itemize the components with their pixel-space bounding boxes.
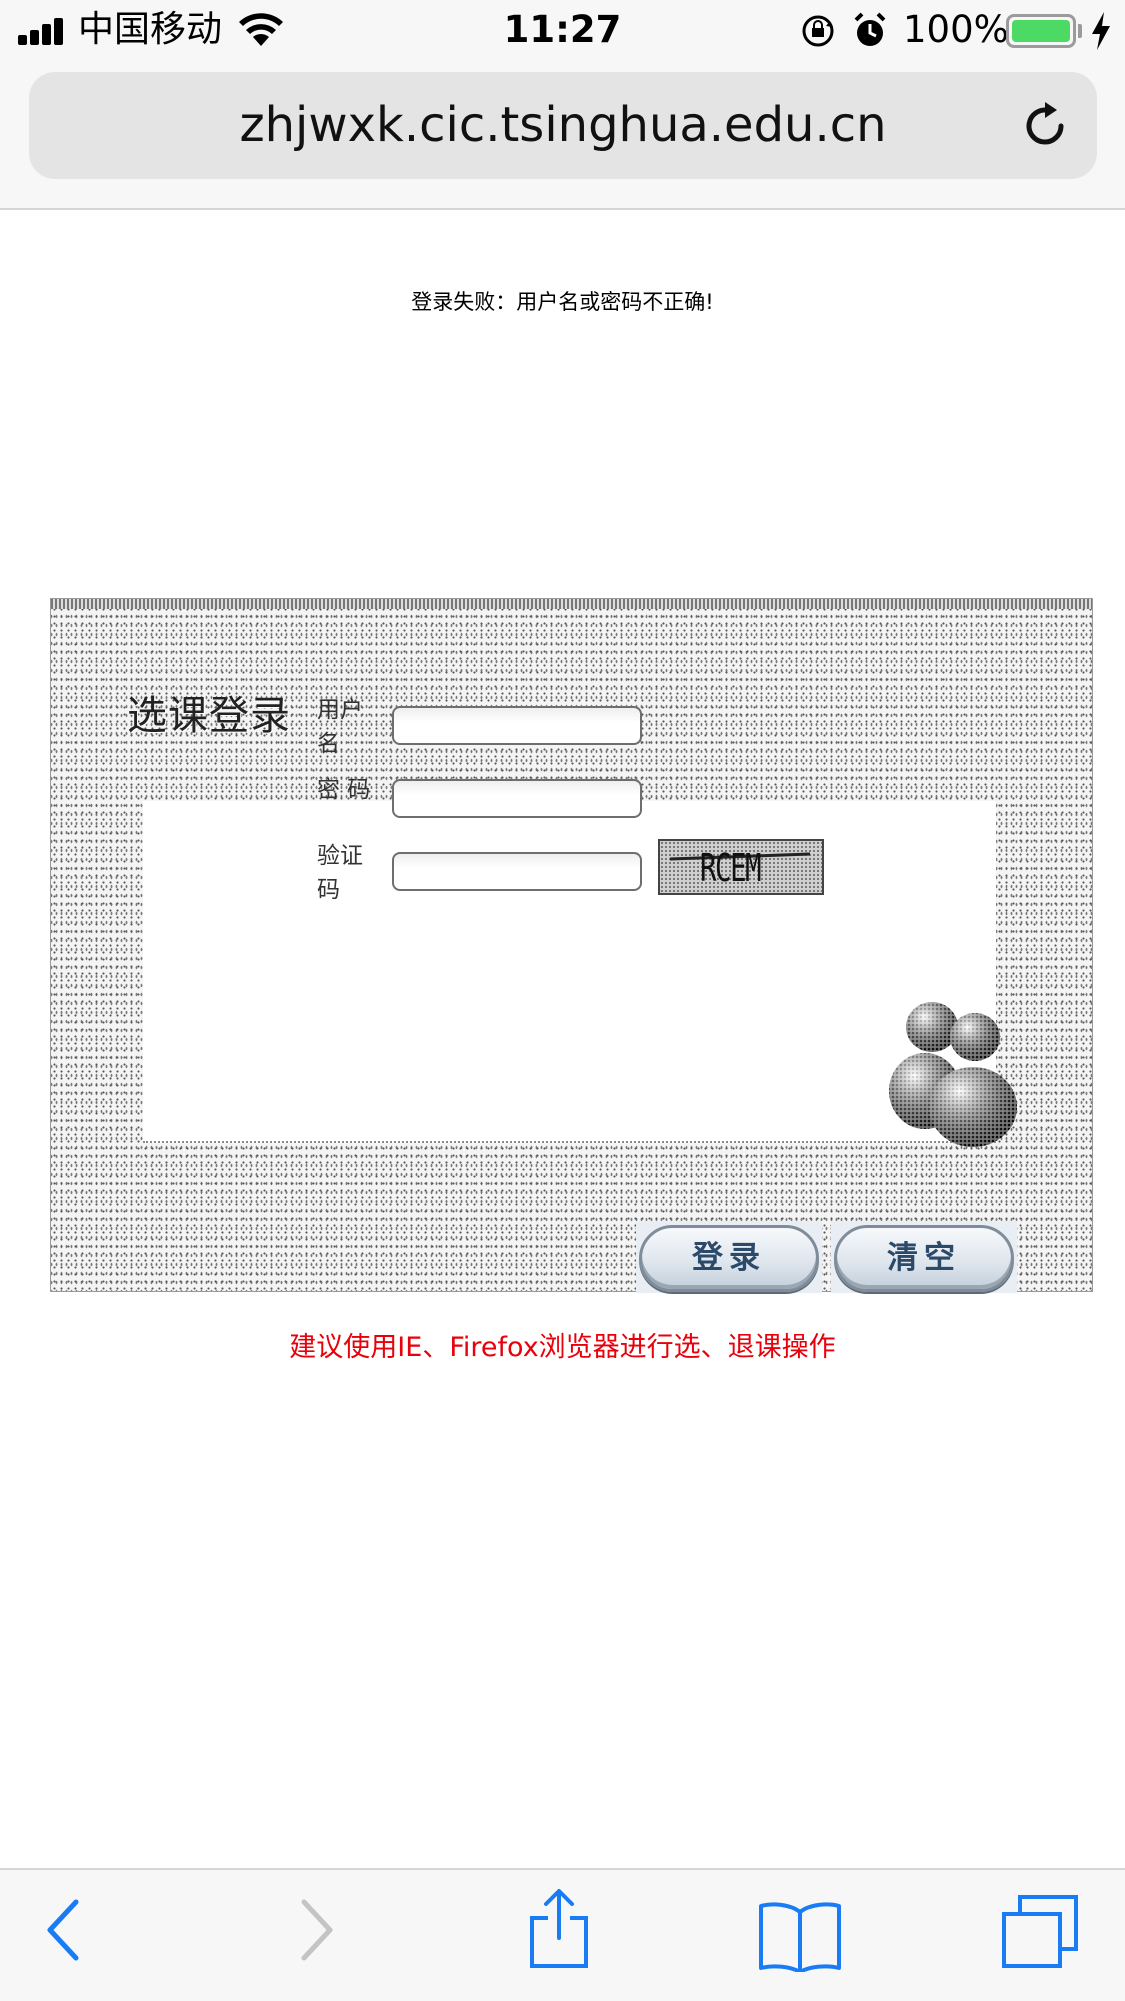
browser-toolbar xyxy=(0,1868,1125,2001)
panel-top-border xyxy=(51,599,1092,609)
browser-address-area: zhjwxk.cic.tsinghua.edu.cn xyxy=(0,60,1125,210)
status-bar: 中国移动 11:27 100% xyxy=(0,0,1125,60)
tabs-icon[interactable] xyxy=(1000,1894,1080,1970)
forward-icon[interactable] xyxy=(296,1898,336,1962)
share-icon[interactable] xyxy=(528,1888,590,1970)
captcha-text: RCEM xyxy=(700,846,762,890)
login-panel: 选课登录 用户名 密 码 验证码 RCEM 登录 清空 xyxy=(50,598,1093,1293)
address-bar[interactable]: zhjwxk.cic.tsinghua.edu.cn xyxy=(29,72,1097,179)
users-icon xyxy=(889,1002,1017,1147)
username-input[interactable] xyxy=(392,706,642,745)
password-label: 密 码 xyxy=(317,777,371,803)
username-label: 用户名 xyxy=(317,697,363,757)
alarm-icon xyxy=(854,12,886,46)
url-text[interactable]: zhjwxk.cic.tsinghua.edu.cn xyxy=(29,72,1097,179)
battery-icon xyxy=(1006,14,1076,48)
captcha-image[interactable]: RCEM xyxy=(658,839,824,895)
battery-tip xyxy=(1078,24,1082,38)
login-error-message: 登录失败：用户名或密码不正确! xyxy=(411,290,714,314)
captcha-input[interactable] xyxy=(392,852,642,891)
browser-suggestion-text: 建议使用IE、Firefox浏览器进行选、退课操作 xyxy=(289,1332,836,1363)
panel-title: 选课登录 xyxy=(127,693,291,739)
captcha-label: 验证码 xyxy=(317,843,363,903)
back-icon[interactable] xyxy=(44,1898,84,1962)
login-button[interactable]: 登录 xyxy=(639,1225,819,1292)
battery-percentage: 100% xyxy=(903,8,1009,51)
bookmarks-icon[interactable] xyxy=(758,1900,842,1972)
rotation-lock-icon xyxy=(802,15,834,47)
password-input[interactable] xyxy=(392,779,642,818)
charging-bolt-icon xyxy=(1092,12,1110,50)
clear-button[interactable]: 清空 xyxy=(834,1225,1014,1292)
reload-icon[interactable] xyxy=(1019,100,1071,152)
